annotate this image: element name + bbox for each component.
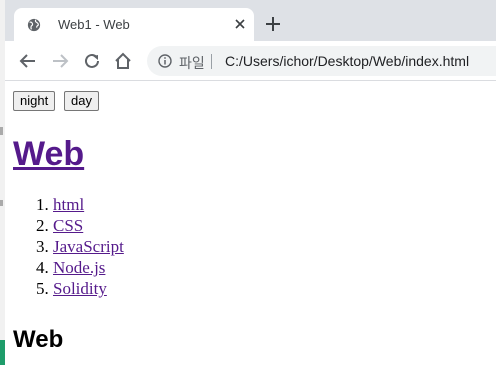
nav-link-solidity[interactable]: Solidity (53, 279, 107, 298)
day-button[interactable]: day (64, 91, 99, 111)
forward-arrow-icon[interactable] (50, 51, 70, 71)
info-icon[interactable] (158, 54, 172, 68)
background-text-fragment (0, 200, 3, 206)
reload-icon[interactable] (82, 51, 102, 71)
section-heading: Web (13, 326, 64, 353)
list-item: JavaScript (53, 236, 124, 257)
nav-link-nodejs[interactable]: Node.js (53, 258, 105, 277)
divider (211, 54, 212, 69)
page-content: night day Web html CSS JavaScript Node.j… (5, 81, 496, 365)
page-title-link[interactable]: Web (13, 135, 84, 173)
plus-icon[interactable] (265, 16, 281, 32)
nav-link-css[interactable]: CSS (53, 216, 83, 235)
nav-link-javascript[interactable]: JavaScript (53, 237, 124, 256)
tab-web1[interactable]: Web1 - Web (14, 8, 254, 41)
list-item: Node.js (53, 257, 124, 278)
home-icon[interactable] (113, 51, 133, 71)
back-arrow-icon[interactable] (18, 51, 38, 71)
nav-list: html CSS JavaScript Node.js Solidity (5, 194, 124, 299)
list-item: html (53, 194, 124, 215)
list-item: Solidity (53, 278, 124, 299)
browser-window: Web1 - Web 파일 C:/Users/ichor/Desktop/Web… (5, 0, 496, 365)
page-title: Web (13, 134, 84, 174)
list-item: CSS (53, 215, 124, 236)
globe-icon (27, 18, 41, 32)
url-text[interactable]: C:/Users/ichor/Desktop/Web/index.html (225, 53, 469, 69)
navigation-toolbar: 파일 C:/Users/ichor/Desktop/Web/index.html (5, 41, 496, 81)
night-button[interactable]: night (13, 91, 56, 111)
nav-link-html[interactable]: html (53, 195, 84, 214)
close-icon[interactable] (234, 18, 246, 30)
tab-title: Web1 - Web (58, 17, 130, 32)
tab-strip: Web1 - Web (5, 0, 496, 41)
scheme-label: 파일 (179, 55, 205, 71)
address-bar[interactable]: 파일 C:/Users/ichor/Desktop/Web/index.html (147, 46, 496, 76)
background-text-fragment (0, 127, 3, 135)
